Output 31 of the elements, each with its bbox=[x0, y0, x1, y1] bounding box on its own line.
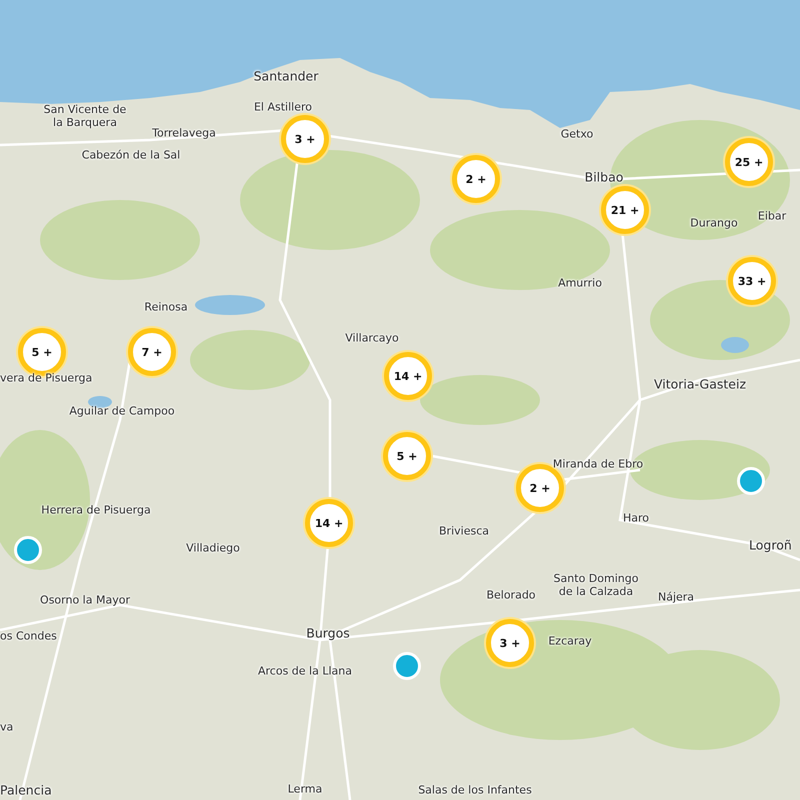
place-label: Burgos bbox=[306, 626, 350, 640]
place-label: Briviesca bbox=[439, 524, 489, 538]
place-label: El Astillero bbox=[254, 100, 312, 114]
place-label: Amurrio bbox=[558, 276, 602, 290]
place-label: va bbox=[0, 720, 14, 734]
place-label: San Vicente de la Barquera bbox=[44, 102, 126, 130]
place-label: Palencia bbox=[0, 782, 52, 798]
place-label: Arcos de la Llana bbox=[258, 664, 352, 678]
place-label: Logroñ bbox=[749, 538, 792, 552]
place-label: Torrelavega bbox=[152, 126, 216, 140]
place-label: Getxo bbox=[560, 127, 594, 141]
place-label: Santander bbox=[254, 68, 318, 84]
place-label: Belorado bbox=[486, 588, 536, 602]
place-label: Villarcayo bbox=[345, 331, 399, 345]
place-label: Haro bbox=[622, 511, 650, 525]
place-label: Nájera bbox=[658, 590, 694, 604]
place-label: Aguilar de Campoo bbox=[69, 404, 175, 418]
place-label: Herrera de Pisuerga bbox=[41, 503, 151, 517]
place-label: Ezcaray bbox=[548, 634, 592, 648]
place-label: Reinosa bbox=[144, 300, 188, 314]
place-label: Villadiego bbox=[186, 541, 240, 555]
place-label: Salas de los Infantes bbox=[418, 783, 532, 797]
place-label: Eibar bbox=[758, 209, 786, 223]
place-label: Vitoria-Gasteiz bbox=[654, 376, 746, 392]
place-label: Durango bbox=[690, 216, 738, 230]
place-label: Santo Domingo de la Calzada bbox=[554, 572, 638, 598]
place-label: Osorno la Mayor bbox=[40, 593, 130, 607]
place-label: Cabezón de la Sal bbox=[82, 148, 180, 162]
place-label: os Condes bbox=[0, 629, 57, 643]
place-label: Lerma bbox=[288, 782, 322, 796]
place-label: Bilbao bbox=[584, 170, 624, 184]
